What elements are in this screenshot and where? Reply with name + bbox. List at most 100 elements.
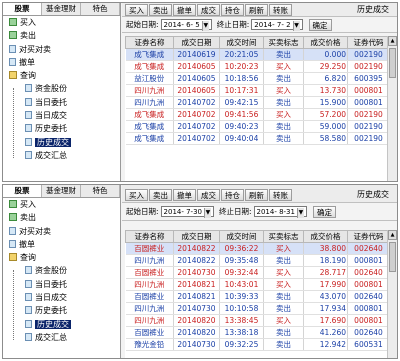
table-cell: 买入: [263, 266, 304, 279]
scroll-thumb[interactable]: [389, 48, 396, 78]
tree-item[interactable]: 历史成交: [3, 136, 120, 149]
table-row[interactable]: 四川九洲 20140730 10:10:58 卖出 17.934 000801: [125, 302, 390, 315]
cancel-order-button[interactable]: 撤单: [173, 188, 196, 201]
end-date-picker[interactable]: 2014- 7- 2 ▼: [251, 19, 303, 31]
table-cell: 10:43:01: [219, 278, 264, 291]
tree-item[interactable]: 买入: [3, 16, 120, 29]
tab-funds[interactable]: 基金理财: [42, 3, 81, 15]
tree-item[interactable]: 当日成交: [3, 109, 120, 122]
table-cell: 002190: [347, 120, 390, 133]
doc-icon: [25, 111, 32, 120]
tab-special[interactable]: 特色: [81, 185, 120, 197]
cancel-order-button[interactable]: 撤单: [173, 3, 196, 16]
refresh-button[interactable]: 刷新: [245, 3, 268, 16]
table-cell: 10:17:31: [219, 84, 264, 97]
end-date-picker[interactable]: 2014- 8-31 ▼: [253, 206, 307, 218]
tree-item[interactable]: 卖出: [3, 29, 120, 42]
table-cell: 13.730: [303, 84, 348, 97]
tree-item[interactable]: 对买对卖: [3, 43, 120, 56]
vertical-scrollbar[interactable]: ▲: [387, 230, 397, 358]
tree-item[interactable]: 查询: [3, 251, 120, 264]
tree-item[interactable]: 资金股份: [3, 82, 120, 95]
sell-button[interactable]: 卖出: [149, 3, 172, 16]
table-cell: 000801: [347, 96, 390, 109]
table-row[interactable]: 四川九洲 20140821 10:43:01 买入 17.990 000801: [125, 278, 390, 291]
end-date-label: 终止日期:: [218, 207, 252, 216]
positions-button[interactable]: 持仓: [221, 188, 244, 201]
table-row[interactable]: 成飞集成 20140605 10:20:23 买入 29.250 002190: [125, 60, 390, 73]
table-row[interactable]: 四川九洲 20140822 09:35:48 卖出 18.190 000801: [125, 254, 390, 267]
sell-button[interactable]: 卖出: [149, 188, 172, 201]
vertical-scrollbar[interactable]: ▲: [387, 36, 397, 181]
table-row[interactable]: 成飞集成 20140619 20:21:05 卖出 0.000 002190: [125, 48, 390, 61]
deals-button[interactable]: 成交: [197, 3, 220, 16]
tree-item[interactable]: 资金股份: [3, 264, 120, 277]
table-row[interactable]: 豫光金铅 20140730 09:32:25 卖出 12.942 600531: [125, 338, 390, 351]
tree-item[interactable]: 当日委托: [3, 278, 120, 291]
column-header[interactable]: 成交时间: [219, 230, 264, 243]
refresh-button[interactable]: 刷新: [245, 188, 268, 201]
column-header[interactable]: 成交价格: [303, 36, 348, 49]
tree-item[interactable]: 撤单: [3, 56, 120, 69]
tree-item[interactable]: 历史委托: [3, 304, 120, 317]
column-header[interactable]: 成交时间: [219, 36, 264, 49]
table-row[interactable]: 百圆裤业 20140822 09:36:22 买入 38.800 002640: [125, 242, 390, 255]
tree-item[interactable]: 查询: [3, 69, 120, 82]
tree-item[interactable]: 当日委托: [3, 96, 120, 109]
tree-item[interactable]: 成交汇总: [3, 331, 120, 344]
doc-icon: [25, 97, 32, 106]
column-header[interactable]: 买卖标志: [263, 230, 304, 243]
buy-button[interactable]: 买入: [125, 3, 148, 16]
column-header[interactable]: 证券代码: [347, 230, 390, 243]
tree-item[interactable]: 成交汇总: [3, 149, 120, 162]
deals-button[interactable]: 成交: [197, 188, 220, 201]
table-cell: 09:32:25: [219, 338, 264, 351]
table-row[interactable]: 成飞集成 20140702 09:41:56 买入 57.200 002190: [125, 108, 390, 121]
tree-item-label: 卖出: [20, 213, 36, 223]
left-tab-bar: 股票 基金理财 特色: [3, 3, 120, 16]
tree-item[interactable]: 历史成交: [3, 318, 120, 331]
table-cell: 09:32:44: [219, 266, 264, 279]
left-navigation: 股票 基金理财 特色 买入卖出对买对卖 撤单 查询 资金股份 当日委托 当日成交 历史委托历…: [3, 185, 121, 358]
table-row[interactable]: 四川九洲 20140605 10:17:31 买入 13.730 000801: [125, 84, 390, 97]
transfer-button[interactable]: 转账: [269, 3, 292, 16]
tab-stocks[interactable]: 股票: [3, 3, 42, 15]
tree-item[interactable]: 历史委托: [3, 122, 120, 135]
table-row[interactable]: 百圆裤业 20140730 09:32:44 买入 28.717 002640: [125, 266, 390, 279]
tree-item[interactable]: 买入: [3, 198, 120, 211]
tree-item[interactable]: 撤单: [3, 238, 120, 251]
table-row[interactable]: 百圆裤业 20140821 10:39:33 卖出 43.070 002640: [125, 290, 390, 303]
left-tab-bar: 股票 基金理财 特色: [3, 185, 120, 198]
tree-item[interactable]: 当日成交: [3, 291, 120, 304]
tab-special[interactable]: 特色: [81, 3, 120, 15]
table-row[interactable]: 四川九洲 20140820 13:38:45 买入 17.690 000801: [125, 314, 390, 327]
tree-item[interactable]: 对买对卖: [3, 225, 120, 238]
table-row[interactable]: 成飞集成 20140702 09:40:04 卖出 58.580 002190: [125, 132, 390, 145]
table-row[interactable]: 成飞集成 20140702 09:40:23 卖出 59.000 002190: [125, 120, 390, 133]
scroll-up-icon[interactable]: ▲: [388, 230, 397, 240]
buy-button[interactable]: 买入: [125, 188, 148, 201]
tab-stocks[interactable]: 股票: [3, 185, 42, 197]
column-header[interactable]: 成交价格: [303, 230, 348, 243]
column-header[interactable]: 成交日期: [173, 230, 220, 243]
scroll-thumb[interactable]: [389, 242, 396, 272]
column-header[interactable]: 证券名称: [125, 230, 174, 243]
doc-icon: [25, 332, 32, 341]
table-row[interactable]: 四川九洲 20140702 09:42:15 卖出 15.900 000801: [125, 96, 390, 109]
confirm-button[interactable]: 确定: [312, 205, 336, 218]
column-header[interactable]: 成交日期: [173, 36, 220, 49]
chevron-down-icon: ▼: [201, 21, 209, 31]
column-header[interactable]: 证券名称: [125, 36, 174, 49]
tree-item[interactable]: 卖出: [3, 211, 120, 224]
positions-button[interactable]: 持仓: [221, 3, 244, 16]
transfer-button[interactable]: 转账: [269, 188, 292, 201]
confirm-button[interactable]: 确定: [308, 18, 332, 31]
start-date-picker[interactable]: 2014- 6- 5 ▼: [160, 19, 212, 31]
table-row[interactable]: 百圆裤业 20140820 13:38:18 卖出 41.260 002640: [125, 326, 390, 339]
column-header[interactable]: 证券代码: [347, 36, 390, 49]
column-header[interactable]: 买卖标志: [263, 36, 304, 49]
table-row[interactable]: 益江股份 20140605 10:18:56 卖出 6.820 600395: [125, 72, 390, 85]
tab-funds[interactable]: 基金理财: [42, 185, 81, 197]
start-date-picker[interactable]: 2014- 7-30 ▼: [160, 206, 214, 218]
scroll-up-icon[interactable]: ▲: [388, 36, 397, 46]
